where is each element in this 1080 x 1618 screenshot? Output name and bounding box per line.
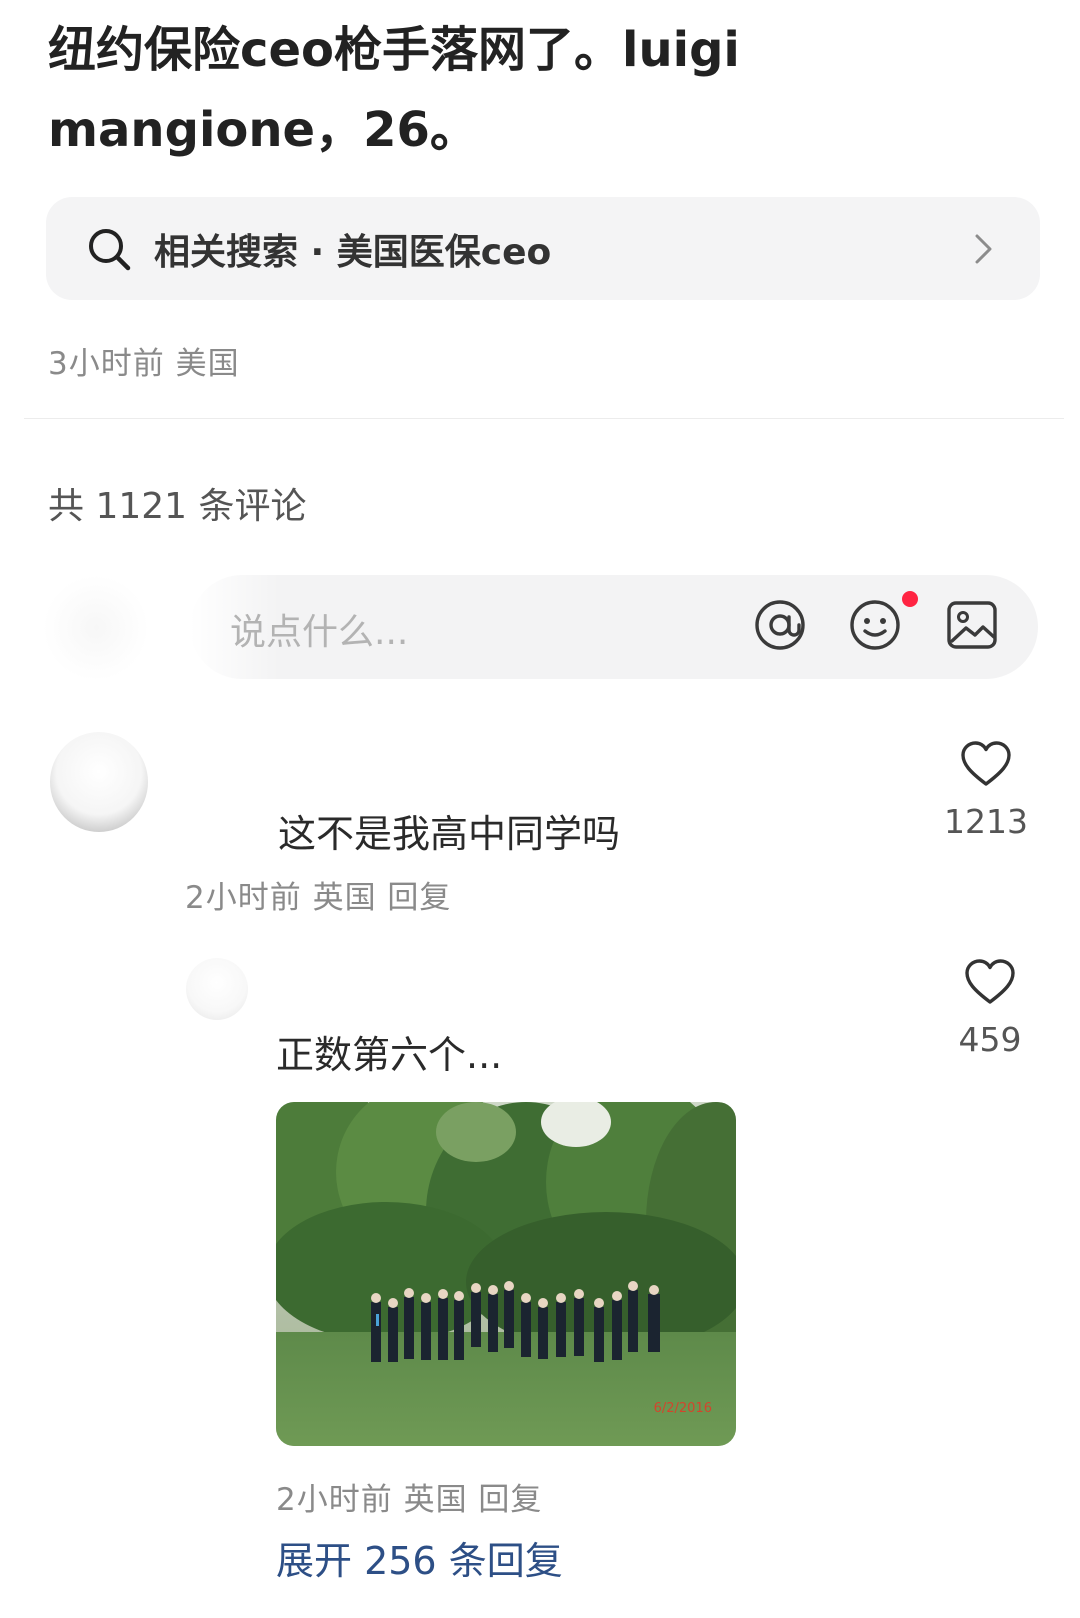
heart-icon	[965, 959, 1015, 1004]
avatar[interactable]	[186, 958, 248, 1020]
comment-text: 这不是我高中同学吗	[278, 812, 621, 856]
comment-meta[interactable]: 2小时前 英国 回复	[185, 872, 451, 917]
emoji-icon[interactable]	[847, 597, 903, 653]
like-button[interactable]: 1213	[940, 740, 1032, 841]
post-meta: 3小时前 美国	[48, 346, 240, 382]
like-button[interactable]: 459	[945, 958, 1035, 1059]
search-icon	[86, 226, 132, 272]
comment-photo[interactable]: 6/2/2016	[276, 1102, 736, 1446]
comment-count: 共 1121 条评论	[48, 486, 307, 527]
comment-input-placeholder: 说点什么...	[230, 612, 409, 653]
photo-date-stamp: 6/2/2016	[653, 1401, 712, 1416]
avatar[interactable]	[50, 732, 148, 832]
avatar	[44, 573, 148, 683]
chevron-right-icon	[968, 232, 998, 266]
at-icon[interactable]	[752, 597, 808, 653]
comment-text: 正数第六个...	[276, 1033, 503, 1077]
like-count: 459	[958, 1020, 1022, 1059]
notification-dot	[902, 591, 918, 607]
comment-composer: 说点什么...	[40, 573, 1040, 683]
like-count: 1213	[944, 802, 1028, 841]
related-search-text: 相关搜索 · 美国医保ceo	[154, 231, 552, 273]
expand-replies-link[interactable]: 展开 256 条回复	[276, 1530, 563, 1585]
post-title: 纽约保险ceo枪手落网了。luigi mangione，26。	[48, 22, 740, 158]
related-search-bar[interactable]: 相关搜索 · 美国医保ceo	[46, 197, 1040, 300]
image-icon[interactable]	[944, 597, 1000, 653]
heart-icon	[961, 741, 1011, 786]
comment-meta[interactable]: 2小时前 英国 回复	[276, 1474, 542, 1519]
divider	[24, 418, 1064, 419]
